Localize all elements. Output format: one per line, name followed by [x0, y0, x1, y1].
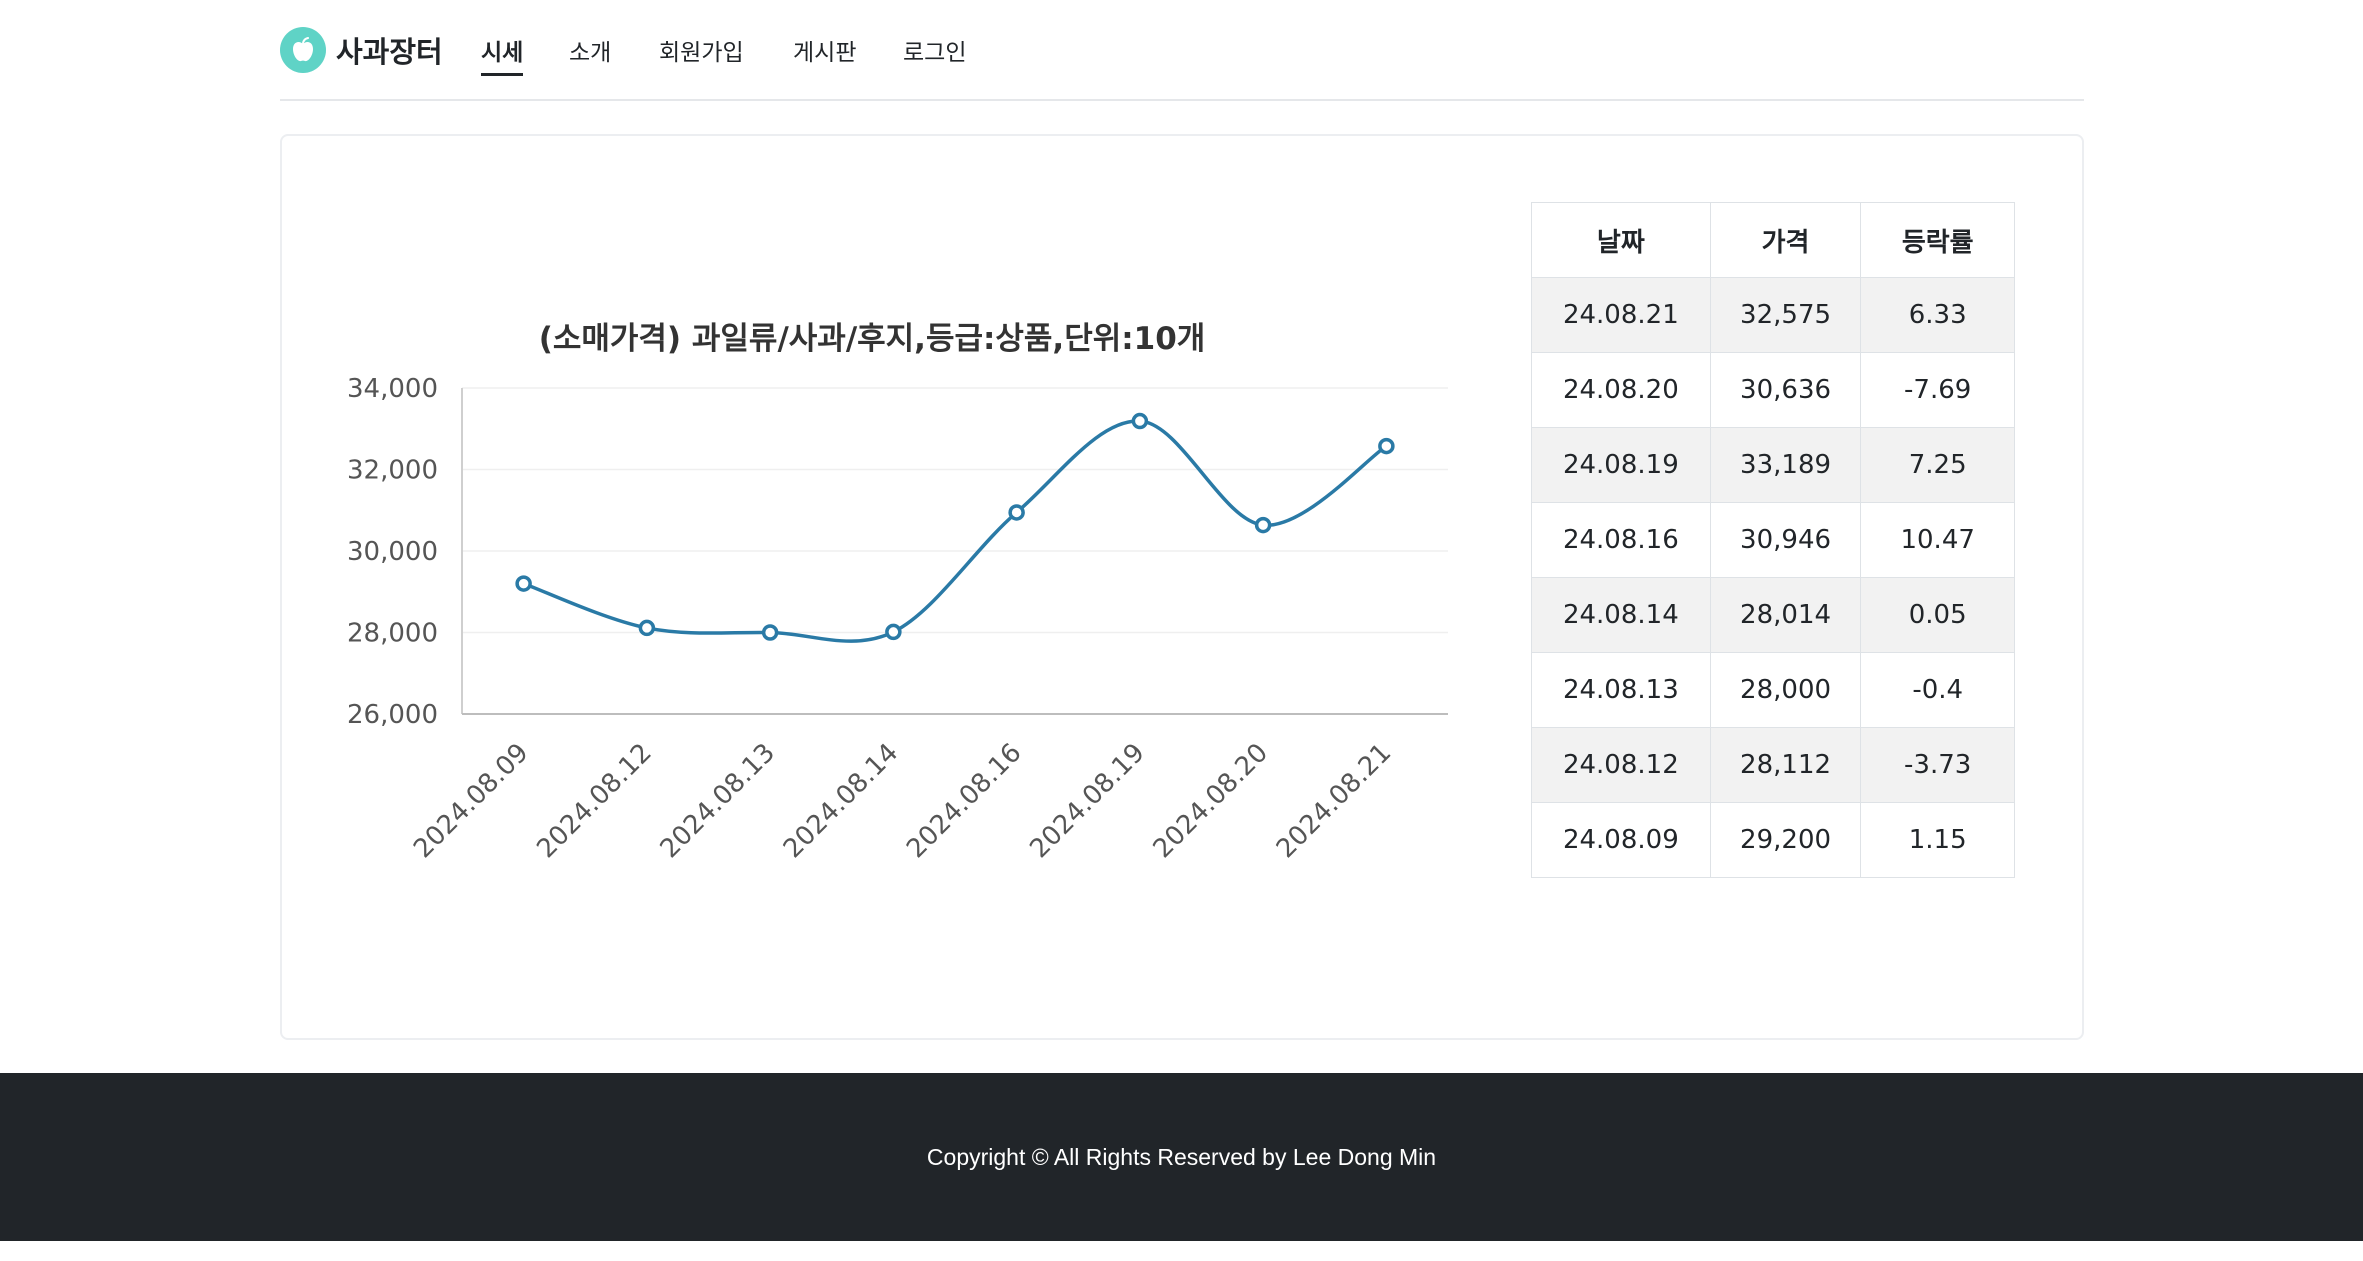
data-point — [1254, 516, 1272, 534]
y-tick-label: 34,000 — [347, 374, 438, 404]
cell-date: 24.08.21 — [1531, 277, 1711, 353]
cell-date: 24.08.20 — [1531, 352, 1711, 428]
data-point — [1131, 412, 1149, 430]
cell-price: 28,014 — [1709, 577, 1862, 653]
y-tick-label: 26,000 — [347, 700, 438, 730]
cell-change-rate: 1.15 — [1860, 802, 2015, 878]
cell-price: 30,636 — [1709, 352, 1862, 428]
top-navbar: 사과장터 시세 소개 회원가입 게시판 로그인 — [280, 0, 2084, 101]
nav-item-label: 로그인 — [903, 40, 967, 66]
nav-item-login[interactable]: 로그인 — [903, 33, 966, 67]
nav-item-label: 게시판 — [793, 40, 857, 66]
cell-date: 24.08.16 — [1531, 502, 1711, 578]
data-point — [885, 623, 902, 641]
cell-date: 24.08.12 — [1531, 727, 1711, 803]
cell-price: 28,112 — [1709, 727, 1862, 803]
data-point — [1008, 504, 1025, 521]
nav-item-label: 소개 — [569, 40, 612, 66]
table-row: 24.08.20 30,636 -7.69 — [1531, 352, 2015, 428]
cell-change-rate: -7.69 — [1860, 352, 2015, 428]
data-point — [761, 624, 779, 641]
nav-item-about[interactable]: 소개 — [569, 33, 611, 67]
table-row: 24.08.09 29,200 1.15 — [1531, 802, 2015, 878]
data-point — [1378, 437, 1395, 455]
table-row: 24.08.13 28,000 -0.4 — [1531, 652, 2015, 728]
chart-title: (소매가격) 과일류/사과/후지,등급:상품,단위:10개 — [539, 321, 1206, 357]
price-history-table: 날짜 가격 등락률 24.08.21 32,575 6.33 24.08.20 … — [1531, 202, 2015, 878]
cell-change-rate: -3.73 — [1860, 727, 2015, 803]
data-point — [638, 619, 656, 637]
cell-price: 33,189 — [1709, 427, 1862, 503]
table-row: 24.08.12 28,112 -3.73 — [1531, 727, 2015, 803]
column-header-change-rate: 등락률 — [1860, 202, 2015, 278]
active-nav-underline — [481, 73, 524, 76]
table-header-row: 날짜 가격 등락률 — [1531, 202, 2015, 278]
cell-price: 29,200 — [1709, 802, 1862, 878]
y-tick-label: 28,000 — [347, 619, 438, 649]
nav-item-market-price[interactable]: 시세 — [481, 33, 524, 76]
data-point — [515, 575, 532, 592]
table-row: 24.08.21 32,575 6.33 — [1531, 277, 2015, 353]
cell-price: 28,000 — [1709, 652, 1862, 728]
cell-change-rate: 6.33 — [1860, 277, 2015, 353]
cell-date: 24.08.09 — [1531, 802, 1711, 878]
cell-change-rate: 7.25 — [1860, 427, 2015, 503]
cell-price: 30,946 — [1709, 502, 1862, 578]
column-header-price: 가격 — [1709, 202, 1862, 278]
nav-item-label: 시세 — [481, 40, 524, 66]
table-row: 24.08.16 30,946 10.47 — [1531, 502, 2015, 578]
brand-name: 사과장터 — [336, 35, 443, 69]
page-footer: Copyright © All Rights Reserved by Lee D… — [0, 1073, 2363, 1241]
brand-logo[interactable]: 사과장터 — [280, 27, 443, 73]
table-row: 24.08.19 33,189 7.25 — [1531, 427, 2015, 503]
cell-date: 24.08.13 — [1531, 652, 1711, 728]
apple-icon — [280, 27, 326, 73]
y-tick-label: 30,000 — [347, 537, 438, 567]
footer-copyright: Copyright © All Rights Reserved by Lee D… — [926, 1143, 1437, 1170]
column-header-date: 날짜 — [1531, 202, 1711, 278]
nav-item-signup[interactable]: 회원가입 — [659, 33, 744, 67]
cell-date: 24.08.19 — [1531, 427, 1711, 503]
nav-item-label: 회원가입 — [659, 40, 744, 66]
table-row: 24.08.14 28,014 0.05 — [1531, 577, 2015, 653]
cell-date: 24.08.14 — [1531, 577, 1711, 653]
cell-change-rate: 0.05 — [1860, 577, 2015, 653]
cell-change-rate: 10.47 — [1860, 502, 2015, 578]
cell-price: 32,575 — [1709, 277, 1862, 353]
y-tick-label: 32,000 — [347, 456, 438, 486]
nav-item-board[interactable]: 게시판 — [793, 33, 856, 67]
cell-change-rate: -0.4 — [1860, 652, 2015, 728]
